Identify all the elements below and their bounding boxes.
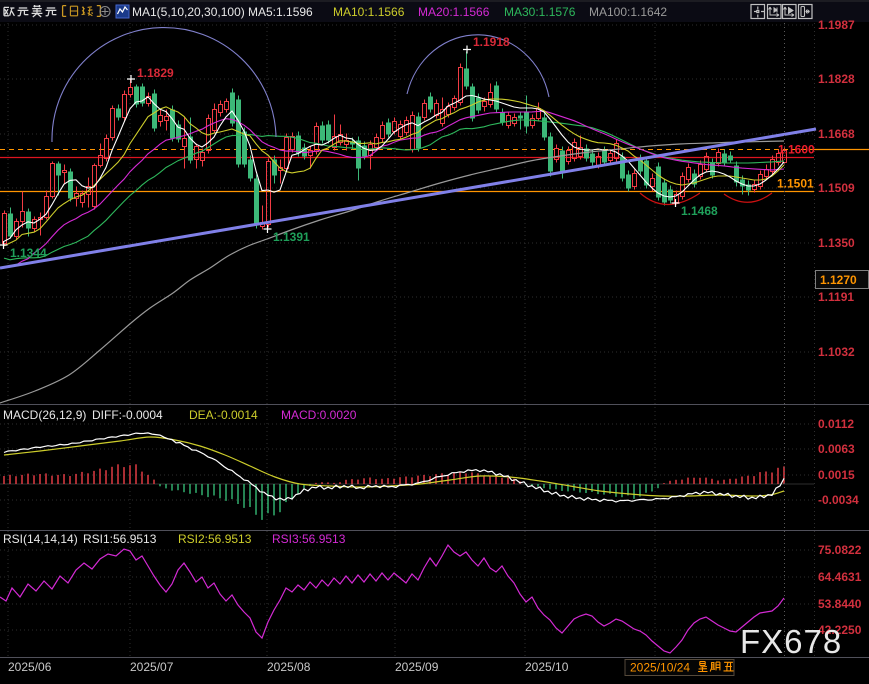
svg-text:FX678: FX678	[740, 623, 842, 660]
svg-text:MA20:1.1566: MA20:1.1566	[418, 5, 490, 19]
svg-text:RSI3:56.9513: RSI3:56.9513	[272, 532, 346, 546]
svg-text:1.1987: 1.1987	[818, 18, 855, 32]
svg-text:75.0822: 75.0822	[818, 543, 862, 557]
svg-text:53.8440: 53.8440	[818, 597, 862, 611]
svg-text:1.1032: 1.1032	[818, 345, 855, 359]
svg-text:1.1918: 1.1918	[473, 35, 510, 49]
svg-text:1.1344: 1.1344	[10, 246, 47, 260]
svg-text:1.1829: 1.1829	[137, 66, 174, 80]
svg-text:1.1600: 1.1600	[778, 143, 815, 157]
svg-text:0.0063: 0.0063	[818, 442, 855, 456]
svg-text:-0.0034: -0.0034	[818, 493, 859, 507]
svg-text:2025/10: 2025/10	[525, 660, 569, 674]
svg-text:MA5:1.1596: MA5:1.1596	[248, 5, 313, 19]
svg-text:1.1668: 1.1668	[818, 127, 855, 141]
svg-text:2025/07: 2025/07	[130, 660, 174, 674]
svg-text:64.4631: 64.4631	[818, 570, 862, 584]
svg-text:1.1391: 1.1391	[273, 230, 310, 244]
svg-text:1.1501: 1.1501	[777, 177, 814, 191]
svg-text:MACD:0.0020: MACD:0.0020	[281, 408, 357, 422]
svg-text:RSI(14,14,14): RSI(14,14,14)	[3, 532, 78, 546]
svg-text:DIFF:-0.0004: DIFF:-0.0004	[92, 408, 163, 422]
svg-text:MA1(5,10,20,30,100): MA1(5,10,20,30,100)	[132, 5, 245, 19]
svg-text:MA10:1.1566: MA10:1.1566	[333, 5, 405, 19]
svg-text:DEA:-0.0014: DEA:-0.0014	[189, 408, 258, 422]
svg-text:2025/10/24: 2025/10/24	[630, 661, 690, 675]
svg-text:0.0015: 0.0015	[818, 468, 855, 482]
svg-text:1.1191: 1.1191	[818, 290, 854, 304]
svg-text:MA100:1.1642: MA100:1.1642	[589, 5, 667, 19]
svg-text:MACD(26,12,9): MACD(26,12,9)	[3, 408, 86, 422]
svg-text:RSI1:56.9513: RSI1:56.9513	[83, 532, 157, 546]
svg-text:1.1509: 1.1509	[818, 181, 855, 195]
svg-text:0.0112: 0.0112	[818, 417, 854, 431]
svg-text:2025/06: 2025/06	[8, 660, 52, 674]
svg-text:1.1350: 1.1350	[818, 236, 855, 250]
svg-text:2025/09: 2025/09	[395, 660, 439, 674]
svg-text:2025/08: 2025/08	[267, 660, 311, 674]
svg-text:MA30:1.1576: MA30:1.1576	[504, 5, 576, 19]
svg-text:RSI2:56.9513: RSI2:56.9513	[178, 532, 252, 546]
svg-text:1.1828: 1.1828	[818, 72, 855, 86]
svg-text:1.1468: 1.1468	[681, 204, 718, 218]
svg-text:1.1270: 1.1270	[820, 273, 857, 287]
